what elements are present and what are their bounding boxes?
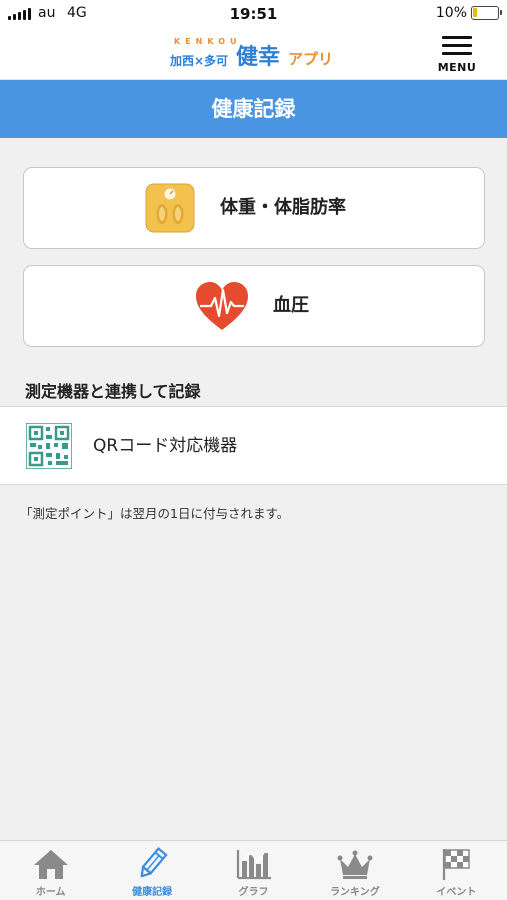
tab-ranking[interactable]: ランキング — [304, 841, 405, 900]
app-header: KENKOU 加西×多可 健幸 アプリ MENU — [0, 28, 507, 80]
tab-health-records[interactable]: 健康記録 — [101, 841, 202, 900]
qr-code-icon — [26, 423, 72, 469]
weight-body-fat-button[interactable]: 体重・体脂肪率 — [23, 167, 485, 249]
logo-region-text: 加西×多可 — [170, 54, 229, 68]
tab-health-records-label: 健康記録 — [132, 887, 173, 898]
qr-device-button[interactable]: QRコード対応機器 — [0, 406, 507, 485]
crown-icon — [337, 850, 373, 879]
tab-graph[interactable]: グラフ — [203, 841, 304, 900]
tab-home-label: ホーム — [35, 887, 66, 898]
menu-label: MENU — [437, 61, 477, 74]
status-time: 19:51 — [229, 5, 278, 23]
home-icon — [33, 850, 68, 879]
battery-percent: 10% — [435, 5, 467, 21]
page-title: 健康記録 — [211, 97, 296, 121]
tab-home[interactable]: ホーム — [0, 841, 101, 900]
device-section-heading: 測定機器と連携して記録 — [25, 382, 201, 401]
battery-icon — [471, 6, 502, 20]
logo-kenkou-text: KENKOU — [174, 37, 242, 46]
weight-body-fat-label: 体重・体脂肪率 — [220, 197, 346, 218]
scale-icon — [145, 183, 195, 233]
title-bar: 健康記録 — [0, 80, 507, 138]
app-logo[interactable]: KENKOU 加西×多可 健幸 アプリ — [170, 34, 345, 74]
tab-event[interactable]: イベント — [406, 841, 507, 900]
status-bar: au 4G 19:51 10% — [0, 0, 507, 28]
qr-device-label: QRコード対応機器 — [93, 436, 238, 456]
logo-name-text: 健幸 — [236, 45, 281, 70]
menu-button[interactable]: MENU — [435, 34, 479, 76]
pencil-icon — [140, 847, 168, 878]
logo-app-text: アプリ — [288, 50, 334, 68]
heart-pulse-icon — [196, 282, 248, 330]
blood-pressure-button[interactable]: 血圧 — [23, 265, 485, 347]
bar-chart-icon — [236, 850, 271, 880]
bottom-tab-bar: ホーム 健康記録 グラフ ランキング イベント — [0, 840, 507, 900]
tab-ranking-label: ランキング — [330, 887, 380, 898]
tab-graph-label: グラフ — [238, 887, 269, 898]
checkered-flag-icon — [443, 849, 471, 880]
blood-pressure-label: 血圧 — [273, 295, 309, 316]
tab-event-label: イベント — [436, 887, 477, 898]
points-note: 「測定ポイント」は翌月の1日に付与されます。 — [20, 506, 290, 521]
